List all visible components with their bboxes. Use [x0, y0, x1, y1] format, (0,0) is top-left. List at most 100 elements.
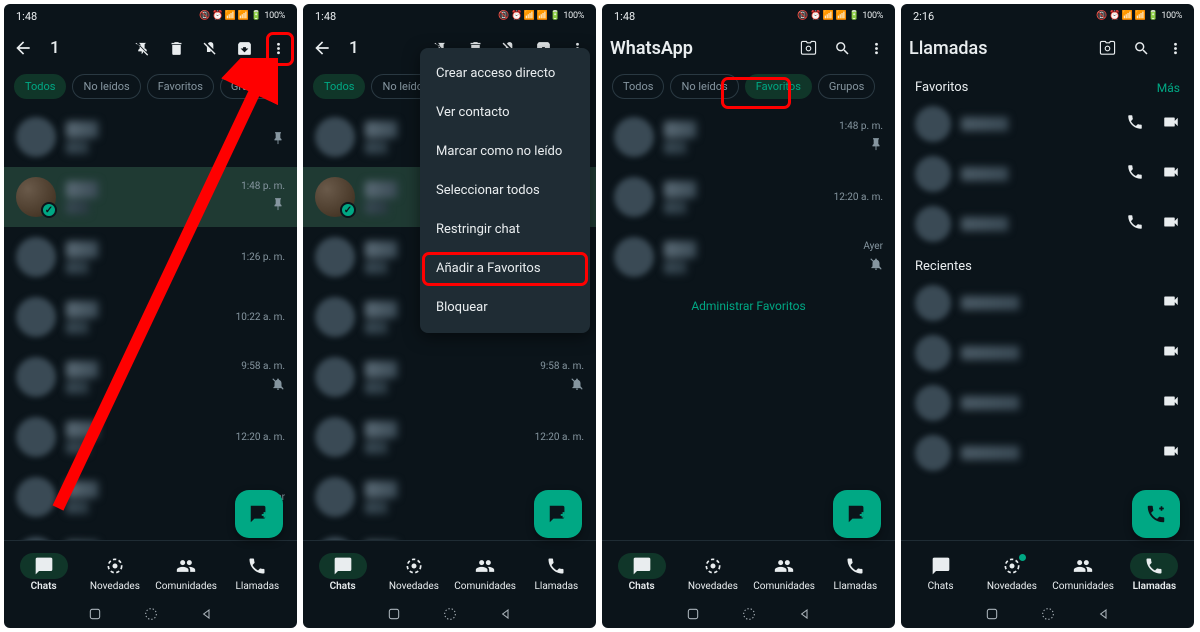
delete-icon[interactable]	[165, 37, 187, 59]
unpin-icon[interactable]	[131, 37, 153, 59]
sys-back-icon[interactable]	[1096, 606, 1112, 622]
chat-row[interactable]: 1:26 p. m.	[4, 227, 297, 287]
menu-mark-unread[interactable]: Marcar como no leído	[420, 132, 590, 171]
nav-calls[interactable]: Llamadas	[820, 553, 891, 592]
sys-recents-icon[interactable]	[685, 606, 701, 622]
chat-row-selected[interactable]: 1:48 p. m.	[4, 167, 297, 227]
chat-row[interactable]: 12:20 a. m.	[602, 167, 895, 227]
nav-updates[interactable]: Novedades	[378, 553, 449, 592]
video-call-icon[interactable]	[1162, 442, 1180, 464]
new-call-fab[interactable]	[1132, 490, 1180, 538]
status-bar: 1:48 📵 ⏰ 📶 📶 🔋 100%	[303, 4, 596, 26]
chip-groups[interactable]: Grupos	[818, 74, 875, 99]
nav-updates[interactable]: Novedades	[976, 553, 1047, 592]
nav-calls[interactable]: Llamadas	[222, 553, 293, 592]
chip-all[interactable]: Todos	[14, 74, 66, 99]
video-call-icon[interactable]	[1162, 113, 1180, 135]
chat-row[interactable]: 10:22 a. m.	[4, 287, 297, 347]
nav-communities[interactable]: Comunidades	[1048, 553, 1119, 592]
voice-call-icon[interactable]	[1126, 213, 1144, 235]
chat-row[interactable]: 9:58 a. m.	[4, 347, 297, 407]
back-icon[interactable]	[311, 37, 333, 59]
sys-home-icon[interactable]	[442, 606, 458, 622]
sys-recents-icon[interactable]	[386, 606, 402, 622]
menu-view-contact[interactable]: Ver contacto	[420, 93, 590, 132]
menu-select-all[interactable]: Seleccionar todos	[420, 171, 590, 210]
nav-updates[interactable]: Novedades	[79, 553, 150, 592]
archive-icon[interactable]	[233, 37, 255, 59]
chip-unread[interactable]: No leídos	[72, 74, 140, 99]
chip-unread[interactable]: No leídos	[670, 74, 738, 99]
chip-groups[interactable]: Grupos	[220, 74, 277, 99]
recent-call-row[interactable]	[901, 278, 1194, 328]
new-chat-fab[interactable]	[534, 490, 582, 538]
nav-calls[interactable]: Llamadas	[1119, 553, 1190, 592]
nav-communities[interactable]: Comunidades	[450, 553, 521, 592]
selection-count: 1	[46, 38, 119, 58]
video-call-icon[interactable]	[1162, 392, 1180, 414]
more-icon[interactable]	[865, 37, 887, 59]
voice-call-icon[interactable]	[1126, 163, 1144, 185]
video-call-icon[interactable]	[1162, 292, 1180, 314]
recent-call-row[interactable]	[901, 428, 1194, 478]
nav-calls[interactable]: Llamadas	[521, 553, 592, 592]
camera-icon[interactable]	[1096, 37, 1118, 59]
new-chat-fab[interactable]	[833, 490, 881, 538]
new-chat-fab[interactable]	[235, 490, 283, 538]
nav-chats[interactable]: Chats	[606, 553, 677, 592]
more-icon[interactable]	[1164, 37, 1186, 59]
menu-restrict[interactable]: Restringir chat	[420, 210, 590, 249]
sys-home-icon[interactable]	[741, 606, 757, 622]
chip-all[interactable]: Todos	[313, 74, 365, 99]
favorite-contact-row[interactable]	[901, 149, 1194, 199]
menu-shortcut[interactable]: Crear acceso directo	[420, 54, 590, 93]
sys-back-icon[interactable]	[797, 606, 813, 622]
recent-call-row[interactable]	[901, 378, 1194, 428]
camera-icon[interactable]	[797, 37, 819, 59]
mute-icon[interactable]	[199, 37, 221, 59]
menu-block[interactable]: Bloquear	[420, 288, 590, 327]
status-time: 1:48	[16, 10, 37, 23]
more-icon[interactable]	[267, 37, 289, 59]
favorite-contact-row[interactable]	[901, 99, 1194, 149]
status-time: 1:48	[315, 10, 336, 23]
nav-chats[interactable]: Chats	[307, 553, 378, 592]
avatar	[915, 435, 951, 471]
more-link[interactable]: Más	[1157, 81, 1180, 95]
chat-row[interactable]	[4, 107, 297, 167]
search-icon[interactable]	[831, 37, 853, 59]
video-call-icon[interactable]	[1162, 213, 1180, 235]
favorite-contact-row[interactable]	[901, 199, 1194, 249]
menu-add-favorites[interactable]: Añadir a Favoritos	[420, 249, 590, 288]
manage-favorites-link[interactable]: Administrar Favoritos	[602, 287, 895, 325]
video-call-icon[interactable]	[1162, 342, 1180, 364]
sys-home-icon[interactable]	[1040, 606, 1056, 622]
nav-communities[interactable]: Comunidades	[151, 553, 222, 592]
nav-updates[interactable]: Novedades	[677, 553, 748, 592]
chip-favorites[interactable]: Favoritos	[745, 74, 812, 99]
chat-row[interactable]: 1:48 p. m.	[602, 107, 895, 167]
sys-back-icon[interactable]	[498, 606, 514, 622]
badge-dot	[1019, 554, 1026, 561]
nav-chats[interactable]: Chats	[905, 553, 976, 592]
voice-call-icon[interactable]	[1126, 113, 1144, 135]
avatar	[16, 537, 56, 540]
sys-back-icon[interactable]	[199, 606, 215, 622]
chip-all[interactable]: Todos	[612, 74, 664, 99]
mute-badge-icon	[869, 257, 883, 274]
chat-row[interactable]: 12:20 a. m.	[4, 407, 297, 467]
sys-home-icon[interactable]	[143, 606, 159, 622]
chat-row[interactable]: Ayer	[602, 227, 895, 287]
chat-row[interactable]: 9:58 a. m.	[303, 347, 596, 407]
search-icon[interactable]	[1130, 37, 1152, 59]
back-icon[interactable]	[12, 37, 34, 59]
video-call-icon[interactable]	[1162, 163, 1180, 185]
nav-communities[interactable]: Comunidades	[749, 553, 820, 592]
sys-recents-icon[interactable]	[984, 606, 1000, 622]
sys-recents-icon[interactable]	[87, 606, 103, 622]
chip-favorites[interactable]: Favoritos	[147, 74, 214, 99]
chat-content-blurred	[365, 481, 524, 514]
recent-call-row[interactable]	[901, 328, 1194, 378]
nav-chats[interactable]: Chats	[8, 553, 79, 592]
chat-row[interactable]: 12:20 a. m.	[303, 407, 596, 467]
